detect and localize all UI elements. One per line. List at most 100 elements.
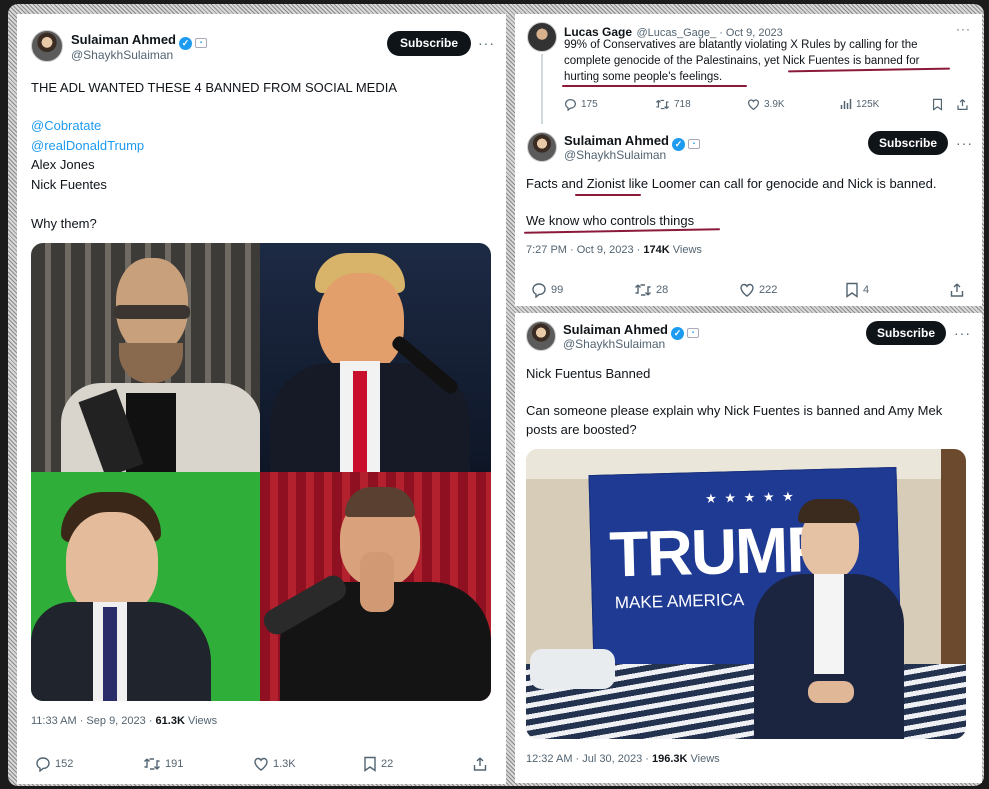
tweet-text-line: Facts and Zionist like Loomer can call f… [526, 176, 937, 191]
highlight-underline [787, 67, 951, 73]
repost-icon [144, 758, 160, 770]
tweet-timestamp[interactable]: 12:32 AM · Jul 30, 2023 · 196.3K Views [526, 753, 720, 765]
highlight-underline [562, 85, 747, 87]
affiliate-badge-icon: ▪ [686, 328, 699, 338]
photo-person-hair [798, 499, 860, 523]
tweet-text-line: Alex Jones [31, 157, 95, 172]
reply-button[interactable]: 175 [564, 98, 598, 111]
reply-icon [565, 99, 576, 111]
photo-furniture [941, 449, 966, 679]
bookmark-button[interactable] [932, 98, 943, 111]
tweet-text-line: Nick Fuentes [31, 177, 107, 192]
subscribe-button[interactable]: Subscribe [866, 321, 946, 345]
affiliate-badge-icon: ▪ [194, 38, 207, 48]
reply-button[interactable]: 99 [531, 282, 563, 298]
more-options-button[interactable]: ··· [956, 135, 973, 151]
author-name[interactable]: Sulaiman Ahmed [71, 32, 176, 47]
tweet-text-line: Nick Fuentus Banned [526, 366, 651, 381]
author-handle[interactable]: @ShaykhSulaiman [71, 48, 173, 62]
photo-pillow [530, 649, 615, 689]
highlight-underline [575, 194, 641, 196]
repost-count: 718 [674, 99, 691, 110]
photo-person-microphone [260, 243, 491, 472]
reply-icon [36, 757, 50, 772]
photo-person-shirt [814, 574, 844, 674]
reply-button[interactable]: 152 [35, 756, 73, 772]
tweet-timestamp[interactable]: 11:33 AM · Sep 9, 2023 · 61.3K Views [31, 715, 217, 727]
photo-person-hands [808, 681, 854, 703]
views-label: Views [687, 753, 720, 765]
quoted-handle-date[interactable]: @Lucas_Gage_ · Oct 9, 2023 [636, 27, 782, 39]
bookmark-icon [932, 98, 943, 111]
quoted-text-line: 99% of Conservatives are blatantly viola… [564, 39, 918, 51]
tweet-photo-room[interactable]: ★ ★ ★ ★ ★ TRUMP MAKE AMERICA ★ ★ ★ [526, 449, 966, 739]
subscribe-button[interactable]: Subscribe [868, 131, 948, 155]
photo-person-red-curtain [260, 472, 491, 701]
share-button[interactable] [956, 98, 969, 111]
view-count: 61.3K [155, 715, 185, 727]
heart-icon [748, 99, 759, 111]
repost-button[interactable]: 718 [655, 98, 691, 111]
views-button[interactable]: 125K [840, 98, 879, 110]
tweet-card-left: Sulaiman Ahmed ✓ ▪ @ShaykhSulaiman Subscri… [17, 14, 506, 784]
thread-line [541, 54, 543, 124]
like-count: 222 [759, 284, 778, 296]
views-label: Views [669, 244, 702, 256]
tweet-text-line: posts are boosted? [526, 422, 637, 437]
like-button[interactable]: 3.9K [747, 98, 785, 111]
quoted-text-line: complete genocide of the Palestinains, y… [564, 55, 919, 67]
author-name[interactable]: Sulaiman Ahmed [564, 133, 669, 148]
view-count: 125K [856, 98, 880, 110]
more-options-button[interactable]: ··· [954, 325, 971, 341]
avatar[interactable] [527, 132, 557, 162]
author-handle[interactable]: @ShaykhSulaiman [564, 148, 666, 162]
timestamp-text: 12:32 AM · Jul 30, 2023 · [526, 753, 652, 765]
mention-link[interactable]: @Cobratate [31, 118, 101, 133]
view-count: 174K [643, 244, 670, 256]
tweet-text-line: THE ADL WANTED THESE 4 BANNED FROM SOCIA… [31, 80, 397, 95]
tweet-text-line: We know who controls things [526, 213, 695, 228]
share-button[interactable] [949, 282, 965, 298]
more-options-button[interactable]: ··· [478, 35, 495, 51]
subscribe-button[interactable]: Subscribe [387, 31, 471, 56]
author-handle[interactable]: @ShaykhSulaiman [563, 337, 665, 351]
bookmark-count: 22 [381, 758, 394, 770]
timestamp-text: 7:27 PM · Oct 9, 2023 · [526, 244, 644, 256]
mention-link[interactable]: @realDonaldTrump [31, 138, 144, 153]
affiliate-badge-icon: ▪ [687, 139, 700, 149]
view-count: 196.3K [651, 753, 688, 765]
timestamp-text: 11:33 AM · Sep 9, 2023 · [31, 715, 156, 727]
analytics-icon [840, 99, 852, 109]
tweet-photo-collage[interactable] [31, 243, 491, 701]
tweet-card-quote-reply: Lucas Gage @Lucas_Gage_ · Oct 9, 2023 ··… [515, 14, 982, 306]
more-options-button[interactable]: ··· [956, 22, 971, 36]
repost-button[interactable]: 28 [634, 282, 668, 298]
highlight-underline [523, 228, 721, 234]
tweet-card-bottom-right: Sulaiman Ahmed ✓ ▪ @ShaykhSulaiman Subscri… [515, 313, 982, 783]
author-name[interactable]: Sulaiman Ahmed [563, 322, 668, 337]
share-icon [957, 99, 968, 110]
like-count: 3.9K [764, 99, 785, 110]
quoted-author-name[interactable]: Lucas Gage [564, 25, 632, 39]
bookmark-icon [364, 756, 376, 772]
repost-button[interactable]: 191 [143, 756, 183, 772]
share-icon [473, 757, 487, 771]
photo-person-podcast [31, 243, 260, 472]
quoted-text-line: hurting some people's feelings. [564, 71, 723, 83]
tweet-text-line: Can someone please explain why Nick Fuen… [526, 403, 943, 418]
bookmark-count: 4 [863, 284, 870, 296]
repost-count: 28 [656, 284, 669, 296]
quoted-text-segment: complete genocide of the Palestinains, y… [564, 55, 783, 67]
like-button[interactable]: 222 [739, 282, 777, 298]
bookmark-button[interactable]: 22 [363, 756, 393, 772]
avatar[interactable] [31, 30, 63, 62]
bookmark-button[interactable]: 4 [845, 282, 869, 298]
reply-icon [532, 283, 546, 298]
avatar[interactable] [527, 22, 557, 52]
avatar[interactable] [526, 321, 556, 351]
tweet-timestamp[interactable]: 7:27 PM · Oct 9, 2023 · 174K Views [526, 244, 702, 256]
heart-icon [254, 757, 268, 771]
repost-icon [635, 284, 651, 296]
share-button[interactable] [472, 756, 488, 772]
like-button[interactable]: 1.3K [253, 756, 296, 772]
